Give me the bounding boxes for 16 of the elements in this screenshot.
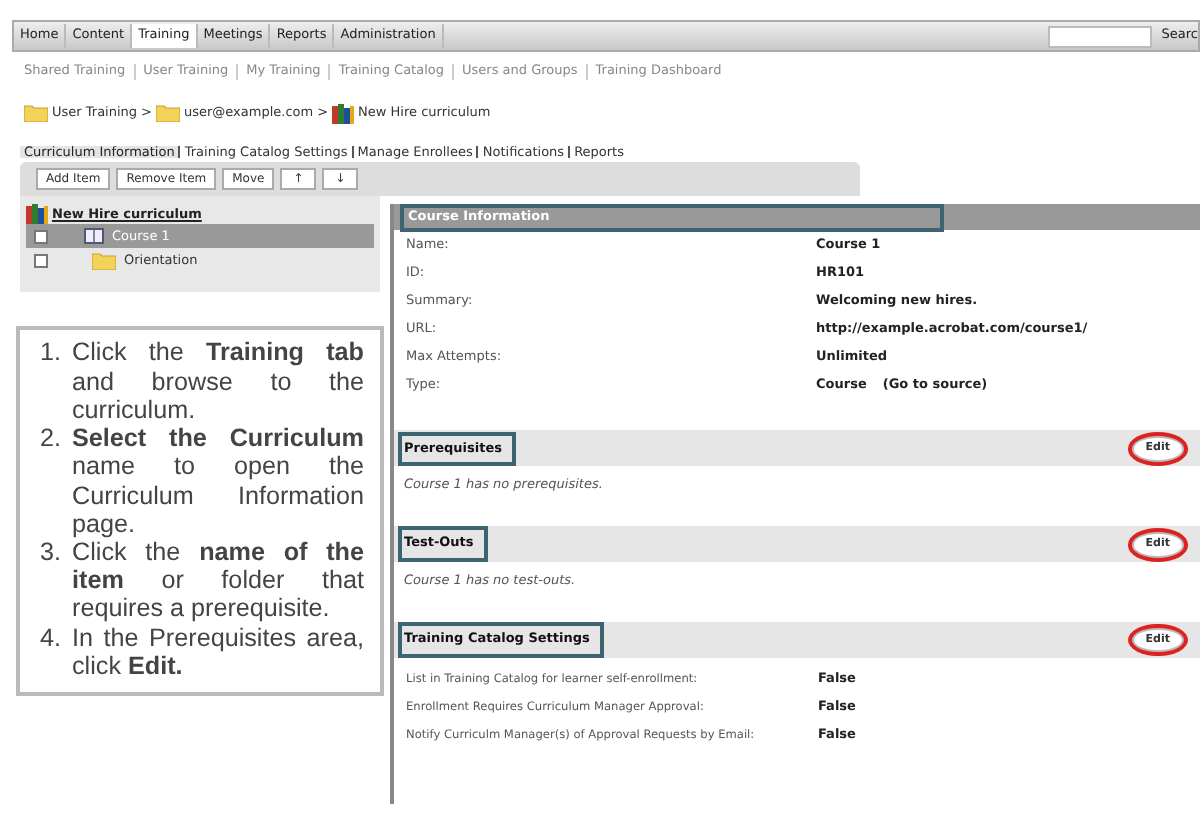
folder-icon	[155, 104, 180, 123]
step-number: 4.	[40, 623, 64, 652]
checkbox[interactable]	[34, 229, 48, 244]
folder-icon	[24, 104, 48, 123]
books-icon	[332, 103, 355, 124]
instruction-step: Select the Curriculum name to open the Curriculum Information page.	[72, 424, 364, 539]
instruction-step: In the Prerequisites area, click Edit.	[72, 623, 364, 681]
instruction-step: Click the name of the item or folder that requires a prerequisite.	[72, 538, 364, 624]
course-icon	[84, 228, 104, 245]
step-number: 3.	[40, 538, 64, 567]
step-number: 1.	[40, 338, 64, 368]
checkbox[interactable]	[34, 253, 48, 268]
step-number: 2.	[40, 424, 64, 453]
instruction-step: Click the Training tab and browse to the curriculum.	[72, 338, 364, 425]
books-icon	[26, 204, 48, 225]
search-field[interactable]	[1047, 25, 1152, 47]
